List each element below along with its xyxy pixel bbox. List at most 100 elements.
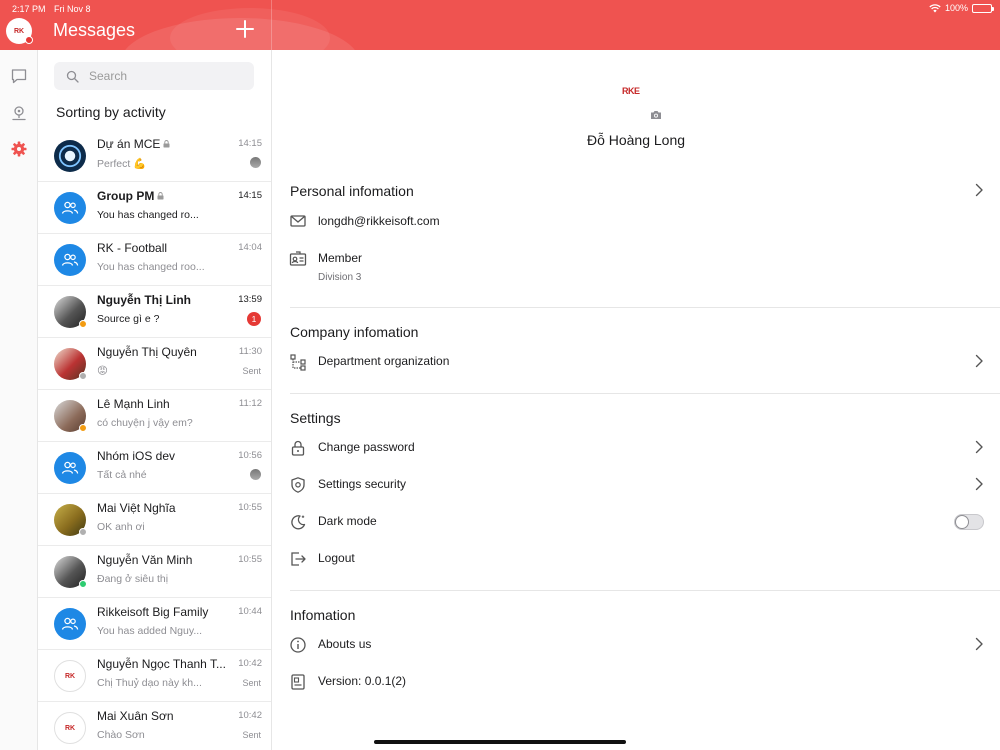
conversation-row[interactable]: Nguyễn Văn Minh Đang ở siêu thị 10:55: [38, 546, 271, 598]
settings-security-link[interactable]: Settings security: [318, 477, 406, 491]
version-icon: [291, 674, 305, 690]
conversation-row[interactable]: Nguyễn Thị Linh Source gì e ? 13:59 1: [38, 286, 271, 338]
lock-icon: [291, 440, 305, 456]
camera-icon[interactable]: [650, 110, 662, 120]
wifi-icon: [929, 3, 941, 12]
conversation-row[interactable]: RK Nguyễn Ngọc Thanh T... Chị Thuỷ dạo n…: [38, 650, 271, 702]
personal-info-heading[interactable]: Personal infomation: [290, 183, 414, 199]
moon-icon: [291, 515, 306, 530]
message-time: 11:30: [238, 346, 262, 357]
message-time: 11:12: [238, 398, 262, 409]
contact-avatar: [54, 348, 87, 380]
contact-avatar: RK: [54, 660, 86, 692]
search-icon: [66, 70, 79, 83]
presence-dot: [79, 372, 87, 380]
page-title: Messages: [53, 20, 136, 40]
change-password-link[interactable]: Change password: [318, 440, 415, 454]
last-message-preview: 😡: [97, 365, 108, 377]
search-input[interactable]: [89, 69, 249, 83]
conversation-row[interactable]: Group PM You has changed ro... 14:15: [38, 182, 271, 234]
conversation-list-panel: Sorting by activity Dự án MCE Perfect 💪 …: [38, 50, 272, 750]
conversation-name: Nguyễn Thị Linh: [97, 293, 227, 307]
last-message-preview: Source gì e ?: [97, 313, 160, 325]
chevron-right-icon[interactable]: [974, 354, 984, 368]
notification-dot: [25, 36, 33, 44]
chevron-right-icon[interactable]: [974, 477, 984, 491]
last-message-preview: You has changed roo...: [97, 261, 205, 273]
group-icon: [61, 253, 79, 266]
contact-avatar: [54, 296, 87, 328]
conversation-name: Rikkeisoft Big Family: [97, 605, 227, 619]
conversation-row[interactable]: Lê Mạnh Linh có chuyện j vậy em? 11:12: [38, 390, 271, 442]
conversation-name: Nguyễn Thị Quyên: [97, 345, 227, 359]
about-us-link[interactable]: Abouts us: [318, 637, 371, 651]
conversation-name-text: Nguyễn Thị Quyên: [97, 345, 197, 359]
conversation-row[interactable]: Rikkeisoft Big Family You has added Nguy…: [38, 598, 271, 650]
user-avatar[interactable]: RK: [6, 18, 33, 44]
information-heading: Infomation: [290, 607, 356, 623]
conversation-row[interactable]: Mai Việt Nghĩa OK anh ơi 10:55: [38, 494, 271, 546]
conversation-name: Nguyễn Văn Minh: [97, 553, 227, 567]
company-info-heading: Company infomation: [290, 324, 419, 340]
settings-heading: Settings: [290, 410, 341, 426]
message-time: 10:55: [238, 502, 262, 513]
conversation-row[interactable]: Nhóm iOS dev Tất cả nhé 10:56: [38, 442, 271, 494]
location-pin-icon[interactable]: [10, 104, 28, 122]
contact-avatar: [54, 192, 86, 224]
profile-name: Đỗ Hoàng Long: [586, 132, 686, 148]
chat-bubble-icon[interactable]: [10, 67, 28, 85]
message-time: 10:56: [238, 450, 262, 461]
message-time: 14:04: [238, 242, 262, 253]
conversation-row[interactable]: RK - Football You has changed roo... 14:…: [38, 234, 271, 286]
presence-dot: [79, 580, 87, 588]
mail-icon: [290, 215, 306, 227]
last-message-preview: Tất cả nhé: [97, 469, 147, 481]
shield-gear-icon: [291, 477, 305, 493]
message-time: 10:44: [238, 606, 262, 617]
conversation-name-text: RK - Football: [97, 241, 168, 255]
message-time: 14:15: [238, 190, 262, 201]
logo-avatar-text: RK: [64, 672, 76, 680]
last-message-preview: Chào Sơn: [97, 729, 145, 741]
seen-by-avatar: [250, 157, 261, 168]
last-message-preview: có chuyện j vậy em?: [97, 417, 193, 429]
avatar-logo-text: RK: [13, 27, 25, 35]
last-message-preview: Đang ở siêu thị: [97, 573, 169, 585]
message-time: 14:15: [238, 138, 262, 149]
logout-icon: [291, 552, 306, 566]
toggle-knob: [956, 516, 968, 528]
new-message-plus-icon[interactable]: [236, 20, 254, 38]
dark-mode-label: Dark mode: [318, 514, 377, 528]
email-value: longdh@rikkeisoft.com: [318, 214, 440, 228]
unread-badge: 1: [247, 312, 261, 326]
search-bar[interactable]: [54, 62, 254, 90]
conversation-name-text: Nguyễn Thị Linh: [97, 293, 191, 307]
home-indicator[interactable]: [374, 740, 626, 744]
contact-avatar: [54, 400, 87, 432]
chevron-right-icon[interactable]: [974, 440, 984, 454]
battery-percent: 100%: [944, 3, 968, 13]
conversation-name-text: Group PM: [97, 189, 155, 203]
contact-avatar: [54, 452, 86, 484]
info-icon: [290, 637, 306, 653]
last-message-preview: You has changed ro...: [97, 209, 199, 221]
department-organization-link[interactable]: Department organization: [318, 354, 449, 368]
conversation-row[interactable]: Nguyễn Thị Quyên 😡 11:30 Sent: [38, 338, 271, 390]
conversation-name-text: Mai Xuân Sơn: [97, 709, 174, 723]
dark-mode-toggle[interactable]: [954, 514, 984, 530]
message-time: 10:42: [238, 658, 262, 669]
lock-icon: [163, 140, 170, 148]
contact-avatar: [54, 244, 86, 276]
presence-dot: [79, 320, 87, 328]
gear-icon[interactable]: [10, 140, 28, 158]
conversation-row[interactable]: RK Mai Xuân Sơn Chào Sơn 10:42 Sent: [38, 702, 271, 750]
chevron-right-icon[interactable]: [974, 183, 984, 197]
chevron-right-icon[interactable]: [974, 637, 984, 651]
conversation-name: Group PM: [97, 189, 227, 203]
section-divider: [290, 307, 1000, 308]
status-indicators: 100%: [929, 3, 994, 13]
status-date: Fri Nov 8: [54, 4, 91, 14]
conversation-row[interactable]: Dự án MCE Perfect 💪 14:15: [38, 130, 271, 182]
division-value: Division 3: [318, 272, 362, 283]
logout-button[interactable]: Logout: [318, 551, 355, 565]
